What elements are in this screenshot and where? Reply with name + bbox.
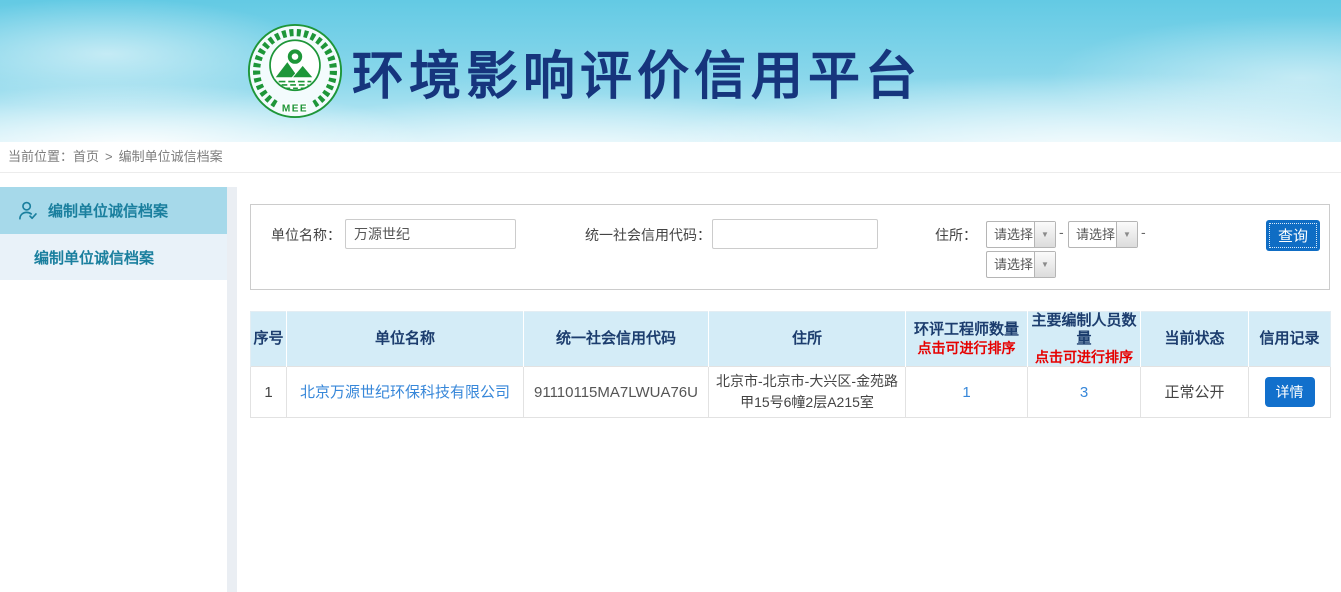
table-row: 1 北京万源世纪环保科技有限公司 91110115MA7LWUA76U 北京市-… (251, 367, 1331, 418)
staff-count-link[interactable]: 3 (1080, 384, 1088, 401)
content-divider (227, 187, 237, 592)
breadcrumb-label: 当前位置： (8, 149, 73, 164)
page: MEE 环境影响评价信用平台 当前位置：首页 > 编制单位诚信档案 编制单位诚信档案 (0, 0, 1341, 578)
unit-name-input[interactable] (345, 219, 516, 249)
site-title: 环境影响评价信用平台 (352, 34, 922, 109)
table-header-row: 序号 单位名称 统一社会信用代码 住所 环评工程师数量 点击可进行排序 主要编制… (251, 312, 1331, 367)
col-status: 当前状态 (1141, 312, 1249, 367)
col-unit-name: 单位名称 (287, 312, 524, 367)
unit-name-label: 单位名称： (259, 225, 341, 245)
breadcrumb-home-link[interactable]: 首页 (73, 149, 99, 164)
sidebar-subitem-label: 编制单位诚信档案 (34, 247, 154, 268)
results-table: 序号 单位名称 统一社会信用代码 住所 环评工程师数量 点击可进行排序 主要编制… (250, 311, 1331, 418)
chevron-down-icon: ▼ (1034, 252, 1055, 277)
mee-logo: MEE (247, 23, 343, 119)
col-address: 住所 (709, 312, 906, 367)
sidebar: 编制单位诚信档案 编制单位诚信档案 (0, 187, 227, 592)
chevron-down-icon: ▼ (1034, 222, 1055, 247)
credit-code-label: 统一社会信用代码： (573, 225, 711, 245)
address-dash: - (1059, 224, 1064, 240)
address-label: 住所： (935, 225, 983, 245)
address-province-value: 请选择 (987, 222, 1034, 247)
col-engineer-count-label: 环评工程师数量 (914, 321, 1019, 338)
content-area: 编制单位诚信档案 编制单位诚信档案 单位名称： 统一社会信用代码： 住所： 请选… (0, 187, 1341, 592)
header-banner: MEE 环境影响评价信用平台 (0, 0, 1341, 142)
mee-logo-text: MEE (282, 103, 308, 114)
col-credit-code: 统一社会信用代码 (524, 312, 709, 367)
cell-status: 正常公开 (1141, 367, 1249, 418)
sidebar-subitem-unit-credit-archive[interactable]: 编制单位诚信档案 (0, 234, 227, 280)
engineer-count-link[interactable]: 1 (962, 384, 970, 401)
address-city-select[interactable]: 请选择 ▼ (1068, 221, 1138, 248)
address-dash: - (1141, 224, 1146, 240)
detail-button[interactable]: 详情 (1265, 377, 1315, 407)
search-panel: 单位名称： 统一社会信用代码： 住所： 请选择 ▼ - 请选择 ▼ - 请选择 … (250, 204, 1330, 290)
user-check-icon (17, 200, 39, 222)
cell-credit-code: 91110115MA7LWUA76U (524, 367, 709, 418)
address-city-value: 请选择 (1069, 222, 1116, 247)
col-seq: 序号 (251, 312, 287, 367)
sort-hint: 点击可进行排序 (908, 339, 1025, 357)
sort-hint: 点击可进行排序 (1030, 348, 1138, 366)
col-credit-record: 信用记录 (1249, 312, 1331, 367)
sidebar-item-unit-credit-archive[interactable]: 编制单位诚信档案 (0, 187, 227, 234)
address-province-select[interactable]: 请选择 ▼ (986, 221, 1056, 248)
col-engineer-count-sortable[interactable]: 环评工程师数量 点击可进行排序 (906, 312, 1028, 367)
credit-code-input[interactable] (712, 219, 878, 249)
cell-seq: 1 (251, 367, 287, 418)
company-link[interactable]: 北京万源世纪环保科技有限公司 (300, 384, 510, 401)
search-button[interactable]: 查询 (1266, 220, 1320, 251)
main-panel: 单位名称： 统一社会信用代码： 住所： 请选择 ▼ - 请选择 ▼ - 请选择 … (237, 187, 1341, 592)
breadcrumb-separator: > (105, 149, 113, 164)
address-district-value: 请选择 (987, 252, 1034, 277)
breadcrumb-current: 编制单位诚信档案 (119, 149, 223, 164)
col-staff-count-label: 主要编制人员数量 (1031, 312, 1136, 347)
cell-address: 北京市-北京市-大兴区-金苑路甲15号6幢2层A215室 (709, 367, 906, 418)
sidebar-item-label: 编制单位诚信档案 (48, 200, 168, 221)
address-district-select[interactable]: 请选择 ▼ (986, 251, 1056, 278)
chevron-down-icon: ▼ (1116, 222, 1137, 247)
col-staff-count-sortable[interactable]: 主要编制人员数量 点击可进行排序 (1028, 312, 1141, 367)
breadcrumb: 当前位置：首页 > 编制单位诚信档案 (0, 142, 1341, 173)
